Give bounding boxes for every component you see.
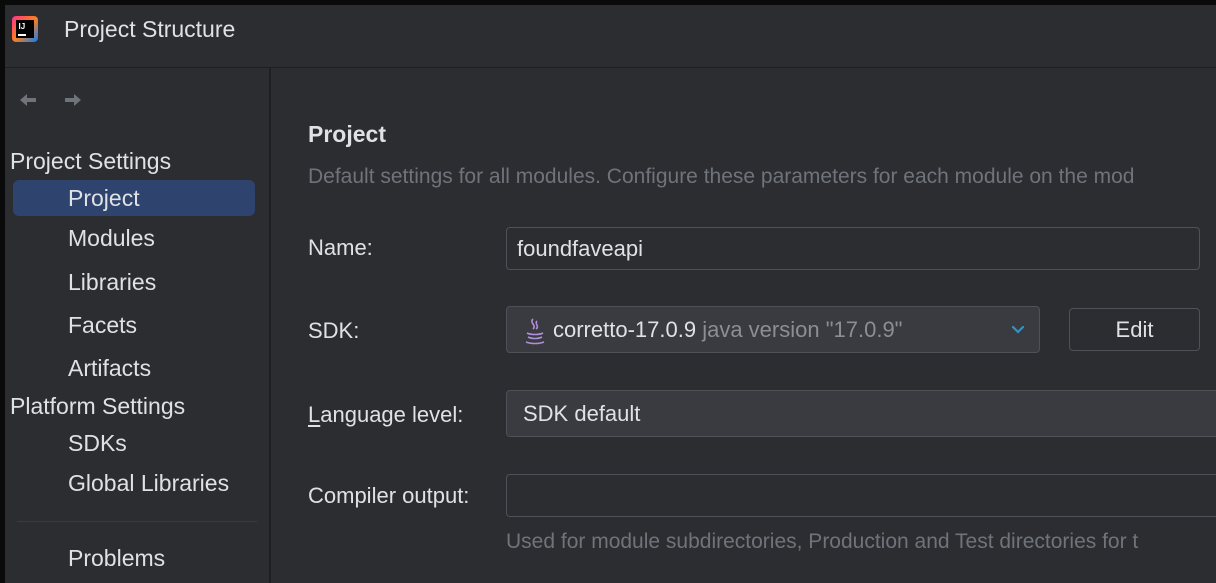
arrow-left-icon[interactable]: [16, 88, 40, 112]
sidebar-item-modules[interactable]: Modules: [13, 220, 255, 256]
edit-sdk-button[interactable]: Edit: [1069, 308, 1200, 351]
sidebar-item-label: SDKs: [68, 430, 127, 456]
sidebar-item-label: Facets: [68, 312, 138, 338]
compiler-output-hint: Used for module subdirectories, Producti…: [506, 530, 1139, 553]
sdk-version: java version "17.0.9": [702, 317, 903, 342]
page-description: Default settings for all modules. Config…: [308, 165, 1135, 188]
title-bar: IJ Project Structure: [5, 5, 1216, 68]
arrow-right-icon[interactable]: [61, 88, 85, 112]
platform-settings-heading: Platform Settings: [10, 393, 186, 419]
page-title: Project: [308, 121, 386, 147]
sidebar-item-project[interactable]: Project: [13, 180, 255, 216]
language-level-mnemonic: L: [308, 402, 321, 427]
language-level-label: Language level:: [308, 402, 463, 428]
project-structure-dialog: IJ Project Structure Project Settings Pr…: [5, 5, 1216, 583]
sidebar-item-sdks[interactable]: SDKs: [13, 425, 255, 461]
sidebar-item-global-libraries[interactable]: Global Libraries: [13, 465, 255, 501]
sdk-label: SDK:: [308, 318, 360, 343]
sidebar-item-problems[interactable]: Problems: [13, 540, 255, 576]
project-settings-heading: Project Settings: [10, 148, 172, 174]
project-settings-panel: Project Default settings for all modules…: [271, 68, 1216, 583]
intellij-logo-icon: IJ: [12, 16, 38, 42]
sidebar-item-label: Artifacts: [68, 355, 152, 381]
language-level-value: SDK default: [523, 401, 641, 426]
sidebar-item-label: Libraries: [68, 269, 157, 295]
sidebar-item-label: Modules: [68, 225, 155, 251]
sidebar-item-facets[interactable]: Facets: [13, 307, 255, 343]
compiler-output-label: Compiler output:: [308, 483, 470, 508]
sidebar-item-libraries[interactable]: Libraries: [13, 264, 255, 300]
svg-text:IJ: IJ: [19, 22, 26, 31]
sidebar-item-label: Project: [68, 185, 140, 211]
java-duke-icon: [525, 318, 545, 345]
name-label: Name:: [308, 235, 373, 260]
sidebar-divider: [17, 521, 257, 522]
sidebar-item-artifacts[interactable]: Artifacts: [13, 350, 255, 386]
window-title: Project Structure: [64, 16, 236, 42]
compiler-output-field[interactable]: [506, 474, 1216, 517]
name-input[interactable]: [506, 227, 1200, 270]
sidebar: Project Settings Project Modules Librari…: [5, 68, 271, 583]
chevron-down-icon: [1011, 325, 1025, 334]
sdk-name: corretto-17.0.9: [553, 317, 697, 342]
sidebar-item-label: Global Libraries: [68, 470, 230, 496]
sidebar-item-label: Problems: [68, 545, 166, 571]
sdk-dropdown[interactable]: corretto-17.0.9 java version "17.0.9": [506, 306, 1040, 353]
language-level-dropdown[interactable]: SDK default: [506, 390, 1216, 437]
language-level-label-text: anguage level:: [320, 402, 464, 427]
